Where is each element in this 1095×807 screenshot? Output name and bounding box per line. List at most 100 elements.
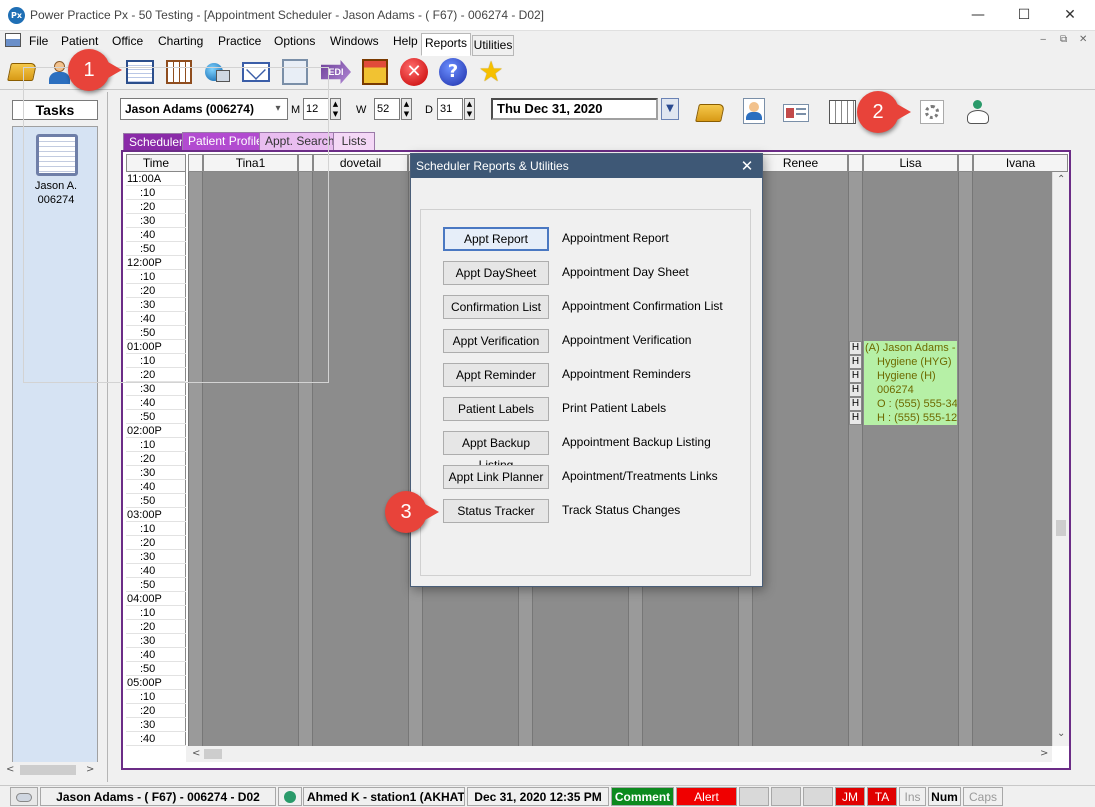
scroll-right-icon[interactable]: > [1040,748,1048,759]
time-slot: :20 [126,536,186,550]
time-slot: :20 [126,452,186,466]
time-slot: :50 [126,662,186,676]
time-slot: :10 [126,690,186,704]
provider-column-renee[interactable] [753,172,848,746]
appointment-line[interactable]: Hygiene (H) [864,369,957,383]
patient-labels-button[interactable]: Patient Labels [443,397,549,421]
favorites-star-icon[interactable]: ★ [475,56,507,88]
gift-icon[interactable] [359,56,391,88]
provider-column-ivana[interactable] [973,172,1052,746]
app-logo-icon: Px [8,7,25,24]
time-slot: :40 [126,480,186,494]
time-slot: :10 [126,438,186,452]
appt-report-button[interactable]: Appt Report [443,227,549,251]
appointment-line[interactable]: (A) Jason Adams - I [864,341,957,355]
mdi-minimize-button[interactable]: ‒ [1040,34,1046,45]
scroll-left-icon[interactable]: < [192,748,200,759]
appointment-line[interactable]: O : (555) 555-34 [864,397,957,411]
appointment-line[interactable]: Hygiene (HYG) [864,355,957,369]
scroll-down-icon[interactable]: ⌄ [1057,728,1065,739]
column-marker [848,154,863,172]
button-description: Appointment Report [562,231,669,245]
week-spin-buttons[interactable]: ▲ ▼ [401,98,412,120]
status-patient: Jason Adams - ( F67) - 006274 - D02 [40,787,276,806]
time-slot: :30 [126,382,186,396]
appointment-marker[interactable]: H [849,397,862,411]
alert-button[interactable]: Alert [676,787,737,806]
status-tracker-button[interactable]: Status Tracker [443,499,549,523]
appointment-marker[interactable]: H [849,341,862,355]
appointment-marker[interactable]: H [849,355,862,369]
day-spin-buttons[interactable]: ▲ ▼ [464,98,475,120]
menu-file[interactable]: File [29,34,48,48]
appointment-marker[interactable]: H [849,411,862,425]
time-slot: 03:00P [126,508,186,522]
menu-patient[interactable]: Patient [61,34,98,48]
menu-charting[interactable]: Charting [158,34,203,48]
patient-card-icon[interactable] [740,98,770,126]
appt-reminder-button[interactable]: Appt Reminder [443,363,549,387]
date-field[interactable]: Thu Dec 31, 2020 [491,98,658,120]
vertical-scrollbar[interactable]: ⌃ ⌄ [1052,172,1069,746]
menu-help[interactable]: Help [393,34,418,48]
callout-2: 2 [857,91,911,133]
gear-icon[interactable] [916,98,946,126]
column-marker-body [848,172,863,746]
menu-office[interactable]: Office [112,34,143,48]
appointment-line[interactable]: 006274 [864,383,957,397]
open-folder-icon[interactable] [695,98,725,126]
button-description: Appointment Verification [562,333,692,347]
confirmation-list-button[interactable]: Confirmation List [443,295,549,319]
tasks-scrollbar[interactable]: < > [2,762,98,778]
provider-header-renee[interactable]: Renee [753,154,848,172]
provider-header-lisa[interactable]: Lisa [863,154,958,172]
provider-column-lisa[interactable] [863,172,958,746]
close-icon[interactable]: ✕ [398,56,430,88]
close-window-button[interactable]: ✕ [1047,3,1093,27]
appointment-line[interactable]: H : (555) 555-12 [864,411,957,425]
dialog-title: Scheduler Reports & Utilities ✕ [411,154,762,178]
week-spin-input[interactable]: 52 [374,98,400,120]
horizontal-scrollbar[interactable]: < > [186,746,1052,762]
window-title: Power Practice Px - 50 Testing - [Appoin… [30,8,545,22]
minimize-button[interactable]: — [955,3,1001,27]
scroll-right-icon[interactable]: > [86,764,94,775]
tab-utilities[interactable]: Utilities [472,35,514,56]
status-datetime: Dec 31, 2020 12:35 PM [467,787,609,806]
day-spin-input[interactable]: 31 [437,98,463,120]
appt-daysheet-button[interactable]: Appt DaySheet [443,261,549,285]
button-description: Apointment/Treatments Links [562,469,718,483]
scroll-thumb[interactable] [204,749,222,759]
appt-verification-button[interactable]: Appt Verification [443,329,549,353]
month-spin-buttons[interactable]: ▲ ▼ [330,98,341,120]
appt-link-planner-button[interactable]: Appt Link Planner [443,465,549,489]
menu-practice[interactable]: Practice [218,34,261,48]
close-icon[interactable]: ✕ [738,157,756,175]
scroll-thumb[interactable] [1056,520,1066,536]
status-caps: Caps [963,787,1003,806]
mdi-restore-button[interactable]: ⧉ [1060,34,1067,45]
scroll-thumb[interactable] [20,765,76,775]
maximize-button[interactable]: ☐ [1001,3,1047,27]
status-ta-badge[interactable]: TA [867,787,897,806]
recall-person-icon[interactable] [961,98,991,126]
tab-reports[interactable]: Reports [421,33,471,56]
mdi-document-icon[interactable] [5,33,21,47]
scroll-left-icon[interactable]: < [6,764,14,775]
date-dropdown-button[interactable]: ▼ [661,98,679,120]
button-description: Appointment Backup Listing [562,435,711,449]
tab-lists[interactable]: Lists [333,132,375,150]
help-icon[interactable]: ? [437,56,469,88]
menu-windows[interactable]: Windows [330,34,379,48]
status-jm-badge[interactable]: JM [835,787,865,806]
menu-options[interactable]: Options [274,34,315,48]
appointment-marker[interactable]: H [849,369,862,383]
appt-backup-listing-button[interactable]: Appt Backup Listing [443,431,549,472]
appointment-marker[interactable]: H [849,383,862,397]
mdi-close-button[interactable]: ✕ [1079,34,1087,45]
contact-card-icon[interactable] [781,98,811,126]
calendar-grid-icon[interactable] [828,98,858,126]
scroll-up-icon[interactable]: ⌃ [1057,174,1065,185]
provider-header-ivana[interactable]: Ivana [973,154,1068,172]
comment-button[interactable]: Comment [611,787,674,806]
